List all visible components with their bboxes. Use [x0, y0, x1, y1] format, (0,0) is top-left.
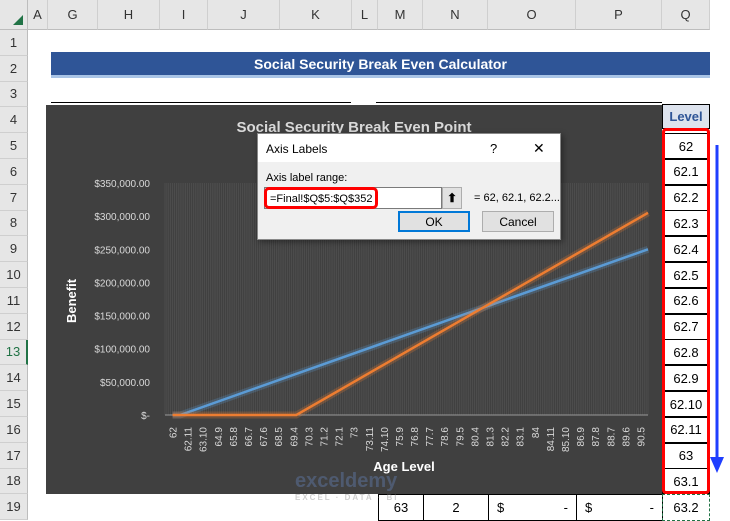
x-tick-label: 78.6: [440, 427, 451, 447]
level-header[interactable]: Level: [662, 104, 710, 129]
column-header-K[interactable]: K: [280, 0, 352, 30]
cell-o19[interactable]: $ -: [488, 494, 577, 521]
x-tick-label: 71.2: [319, 427, 330, 447]
down-arrow-icon: [710, 145, 724, 473]
row-header-9[interactable]: 9: [0, 236, 28, 263]
x-tick-label: 82.2: [501, 427, 512, 447]
x-tick-label: 66.7: [244, 427, 255, 447]
x-tick-label: 73: [350, 427, 361, 439]
row-header-8[interactable]: 8: [0, 210, 28, 237]
currency-symbol: $: [497, 500, 505, 515]
column-header-L[interactable]: L: [352, 0, 378, 30]
x-tick-label: 84.11: [546, 427, 557, 452]
row-header-11[interactable]: 11: [0, 288, 28, 314]
row-header-4[interactable]: 4: [0, 107, 28, 134]
currency-symbol: $: [585, 500, 593, 515]
row-header-1[interactable]: 1: [0, 30, 28, 56]
x-tick-label: 84: [531, 427, 542, 439]
x-tick-label: 62.11: [184, 427, 195, 452]
column-header-A[interactable]: A: [28, 0, 48, 30]
x-tick-label: 64.9: [214, 427, 225, 447]
row-header-13[interactable]: 13: [0, 339, 28, 366]
row-header-12[interactable]: 12: [0, 313, 28, 340]
table-border: [51, 102, 351, 103]
cell-value: -: [649, 500, 654, 515]
row-header-18[interactable]: 18: [0, 468, 28, 495]
cell-n19[interactable]: 2: [423, 494, 489, 521]
column-header-M[interactable]: M: [378, 0, 423, 30]
column-header-N[interactable]: N: [423, 0, 488, 30]
x-tick-label: 80.4: [470, 427, 481, 447]
x-tick-label: 79.5: [455, 427, 466, 447]
y-tick-label: $200,000.00: [94, 278, 150, 289]
watermark-logo: exceldemy EXCEL · DATA · BI: [295, 470, 399, 502]
x-tick-label: 75.9: [395, 427, 406, 447]
row-header-2[interactable]: 2: [0, 55, 28, 82]
column-header-Q[interactable]: Q: [662, 0, 710, 30]
row-header-7[interactable]: 7: [0, 184, 28, 211]
x-tick-label: 89.6: [621, 427, 632, 447]
dialog-title: Axis Labels: [266, 142, 328, 156]
x-tick-label: 88.7: [606, 427, 617, 447]
y-tick-label: $300,000.00: [94, 212, 150, 223]
row-header-6[interactable]: 6: [0, 159, 28, 185]
x-tick-label: 74.10: [380, 427, 391, 452]
column-header-G[interactable]: G: [48, 0, 98, 30]
x-tick-label: 86.9: [576, 427, 587, 447]
ok-button[interactable]: OK: [398, 211, 470, 232]
x-tick-label: 85.10: [561, 427, 572, 452]
column-header-H[interactable]: H: [98, 0, 160, 30]
x-tick-label: 87.8: [591, 427, 602, 447]
cancel-button[interactable]: Cancel: [482, 211, 554, 232]
row-header-15[interactable]: 15: [0, 391, 28, 417]
cell-value: -: [563, 500, 568, 515]
x-tick-label: 90.5: [636, 427, 647, 447]
x-tick-label: 70.3: [304, 427, 315, 447]
x-tick-label: 67.6: [259, 427, 270, 447]
row-header-5[interactable]: 5: [0, 133, 28, 159]
y-tick-label: $350,000.00: [94, 179, 150, 190]
column-header-J[interactable]: J: [208, 0, 280, 30]
close-icon[interactable]: ✕: [533, 140, 545, 157]
y-tick-label: $100,000.00: [94, 345, 150, 356]
axis-range-label: Axis label range:: [266, 172, 348, 184]
x-tick-label: 73.11: [365, 427, 376, 452]
help-button[interactable]: ?: [490, 141, 497, 156]
x-tick-label: 68.5: [274, 427, 285, 447]
y-axis-title: Benefit: [64, 278, 79, 323]
x-tick-label: 65.8: [229, 427, 240, 447]
x-tick-label: 63.10: [199, 427, 210, 452]
axis-range-value: =Final!$Q$5:$Q$352: [264, 187, 378, 209]
y-tick-label: $250,000.00: [94, 245, 150, 256]
x-tick-label: 72.1: [335, 427, 346, 447]
row-header-10[interactable]: 10: [0, 262, 28, 288]
x-tick-label: 83.1: [516, 427, 527, 447]
y-tick-label: $50,000.00: [100, 378, 150, 389]
cell-p19[interactable]: $ -: [576, 494, 663, 521]
row-header-19[interactable]: 19: [0, 494, 28, 521]
column-header-I[interactable]: I: [160, 0, 208, 30]
y-tick-label: $150,000.00: [94, 312, 150, 323]
row-header-14[interactable]: 14: [0, 365, 28, 392]
x-tick-label: 69.4: [289, 427, 300, 447]
x-tick-label: 81.3: [486, 427, 497, 447]
column-header-P[interactable]: P: [576, 0, 662, 30]
x-tick-label: 76.8: [410, 427, 421, 447]
row-header-16[interactable]: 16: [0, 417, 28, 443]
y-tick-label: $-: [141, 411, 150, 422]
collapse-dialog-button[interactable]: ⬆: [442, 187, 462, 209]
row-header-3[interactable]: 3: [0, 81, 28, 108]
select-all-corner[interactable]: [0, 0, 28, 30]
cell-q19-copy-marquee[interactable]: 63.2: [662, 494, 710, 521]
x-tick-label: 77.7: [425, 427, 436, 447]
highlight-box: [662, 128, 710, 494]
calculator-title-banner: Social Security Break Even Calculator: [51, 52, 710, 78]
row-header-17[interactable]: 17: [0, 442, 28, 469]
axis-labels-dialog: Axis Labels ? ✕ Axis label range: =Final…: [257, 133, 561, 240]
range-preview: = 62, 62.1, 62.2...: [474, 192, 560, 204]
table-border: [376, 102, 662, 103]
x-tick-label: 62: [169, 427, 180, 439]
column-header-O[interactable]: O: [488, 0, 576, 30]
